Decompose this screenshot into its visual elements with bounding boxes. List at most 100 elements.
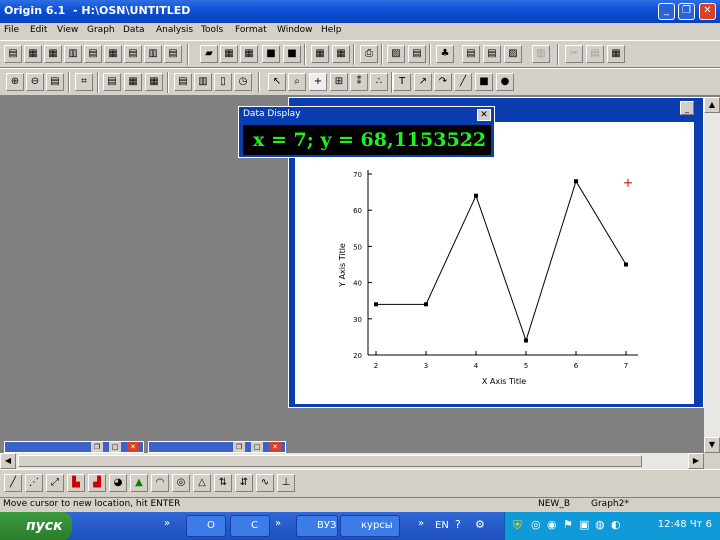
- minimize-button[interactable]: _: [658, 3, 675, 20]
- tray-info-icon[interactable]: ◐: [611, 518, 621, 531]
- task-word[interactable]: C: [230, 515, 270, 537]
- legend-icon[interactable]: ▤: [174, 73, 192, 91]
- open-excel-icon[interactable]: ▦: [220, 45, 238, 63]
- scroll-up-icon[interactable]: ▲: [704, 97, 720, 113]
- new-matrix-icon[interactable]: ▦: [104, 45, 122, 63]
- pie-chart-icon[interactable]: ◕: [109, 474, 127, 492]
- tray-status-icon[interactable]: ◍: [595, 518, 605, 531]
- screen-reader-icon[interactable]: +: [309, 73, 327, 91]
- scroll-down-icon[interactable]: ▼: [704, 437, 720, 453]
- new-worksheet-icon[interactable]: ▦: [24, 45, 42, 63]
- new-graph-icon[interactable]: ▥: [64, 45, 82, 63]
- data-reader-icon[interactable]: ⊞: [330, 73, 348, 91]
- copy-icon[interactable]: ▤: [586, 45, 604, 63]
- duplicate-icon[interactable]: ▤: [408, 45, 426, 63]
- menu-help[interactable]: Help: [321, 25, 342, 35]
- close-button[interactable]: ✕: [699, 3, 716, 20]
- zoom-tool-icon[interactable]: ⌕: [288, 73, 306, 91]
- open-icon[interactable]: ▰: [200, 45, 218, 63]
- new-notes-icon[interactable]: ▥: [144, 45, 162, 63]
- minimized-new-window[interactable]: ❐ □ ✕: [148, 441, 286, 453]
- import-icon[interactable]: ▦: [240, 45, 258, 63]
- paste-icon[interactable]: ▦: [607, 45, 625, 63]
- menu-analysis[interactable]: Analysis: [156, 25, 193, 35]
- data-selector-icon[interactable]: ⁑: [350, 73, 368, 91]
- area-plot-icon[interactable]: ▲: [130, 474, 148, 492]
- fill-area-icon[interactable]: ◠: [151, 474, 169, 492]
- add-layer-icon[interactable]: ▤: [103, 73, 121, 91]
- rectangle-tool-icon[interactable]: ■: [475, 73, 493, 91]
- polar-plot-icon[interactable]: ◎: [172, 474, 190, 492]
- network-icon[interactable]: ◎: [531, 518, 541, 531]
- task-folder-kursy[interactable]: курсы: [340, 515, 400, 537]
- arrow-tool-icon[interactable]: ↗: [414, 73, 432, 91]
- security-shield-icon[interactable]: ⛨: [513, 518, 522, 533]
- curved-arrow-icon[interactable]: ↷: [434, 73, 452, 91]
- merge-graphs-icon[interactable]: ▦: [145, 73, 163, 91]
- restore-icon[interactable]: ❐: [91, 442, 103, 452]
- tray-expand-icon[interactable]: »: [418, 518, 424, 529]
- high-low-plot-icon[interactable]: ⇵: [235, 474, 253, 492]
- flag-icon[interactable]: ⚑: [563, 518, 573, 531]
- language-indicator[interactable]: EN: [435, 520, 449, 531]
- scroll-thumb[interactable]: [18, 455, 642, 467]
- volume-icon[interactable]: ◉: [547, 518, 557, 531]
- new-function-icon[interactable]: ▤: [84, 45, 102, 63]
- task-origin[interactable]: O: [186, 515, 226, 537]
- graph-minimize-button[interactable]: _: [680, 101, 694, 115]
- box-chart-icon[interactable]: ⊥: [277, 474, 295, 492]
- save-template-icon[interactable]: ■: [283, 45, 301, 63]
- scroll-right-icon[interactable]: ▶: [688, 453, 704, 469]
- script-window-icon[interactable]: ▨: [504, 45, 522, 63]
- horizontal-scrollbar[interactable]: ◀ ▶: [0, 453, 704, 469]
- line-tool-icon[interactable]: ╱: [454, 73, 472, 91]
- line-plot-icon[interactable]: ╱: [4, 474, 22, 492]
- menu-edit[interactable]: Edit: [30, 25, 47, 35]
- restore-button[interactable]: ❐: [678, 3, 695, 20]
- task-expand-icon[interactable]: »: [275, 518, 281, 529]
- tray-tool-icon[interactable]: ⚙: [475, 518, 485, 531]
- line-plot[interactable]: 2 3 4 5 6 7 20 30 40 50 60 70 X Axis Title Y Axis T…: [295, 122, 694, 404]
- maximize-icon[interactable]: □: [251, 442, 263, 452]
- pointer-icon[interactable]: ↖: [268, 73, 286, 91]
- code-builder-icon[interactable]: ▤: [462, 45, 480, 63]
- quick-launch-expand-icon[interactable]: »: [164, 518, 170, 529]
- import-ascii-icon[interactable]: ▦: [311, 45, 329, 63]
- line-symbol-plot-icon[interactable]: ⤢: [46, 474, 64, 492]
- menu-data[interactable]: Data: [123, 25, 145, 35]
- open-template-icon[interactable]: ▤: [164, 45, 182, 63]
- tray-app-icon[interactable]: ▣: [579, 518, 589, 531]
- menu-view[interactable]: View: [57, 25, 78, 35]
- new-excel-icon[interactable]: ▦: [44, 45, 62, 63]
- whole-page-icon[interactable]: ▤: [46, 73, 64, 91]
- restore-icon[interactable]: ❐: [233, 442, 245, 452]
- new-project-icon[interactable]: ▤: [4, 45, 22, 63]
- color-scale-icon[interactable]: ▥: [194, 73, 212, 91]
- cut-icon[interactable]: ✂: [565, 45, 583, 63]
- new-layout-icon[interactable]: ▤: [124, 45, 142, 63]
- circle-tool-icon[interactable]: ●: [496, 73, 514, 91]
- menu-tools[interactable]: Tools: [201, 25, 223, 35]
- disabled-tool-icon[interactable]: ▥: [532, 45, 550, 63]
- results-log-icon[interactable]: ♣: [436, 45, 454, 63]
- minimized-worksheet-window[interactable]: ❐ □ ✕: [4, 441, 144, 453]
- text-tool-icon[interactable]: T: [393, 73, 411, 91]
- vector-plot-icon[interactable]: ⇅: [214, 474, 232, 492]
- menu-graph[interactable]: Graph: [87, 25, 115, 35]
- scatter-plot-icon[interactable]: ⋰: [25, 474, 43, 492]
- help-icon[interactable]: ?: [455, 518, 461, 531]
- close-icon[interactable]: ✕: [269, 442, 281, 452]
- column-plot-icon[interactable]: ▙: [67, 474, 85, 492]
- draw-data-icon[interactable]: ∴: [370, 73, 388, 91]
- timestamp-icon[interactable]: ◷: [234, 73, 252, 91]
- rescale-icon[interactable]: ⌗: [75, 73, 93, 91]
- import-multiple-icon[interactable]: ▦: [332, 45, 350, 63]
- print-icon[interactable]: ⎙: [360, 45, 378, 63]
- start-button[interactable]: пуск: [0, 512, 72, 540]
- close-icon[interactable]: ✕: [127, 442, 139, 452]
- layer-icon[interactable]: ▯: [214, 73, 232, 91]
- save-icon[interactable]: ■: [262, 45, 280, 63]
- maximize-icon[interactable]: □: [109, 442, 121, 452]
- menu-file[interactable]: File: [4, 25, 19, 35]
- zoom-out-icon[interactable]: ⊖: [26, 73, 44, 91]
